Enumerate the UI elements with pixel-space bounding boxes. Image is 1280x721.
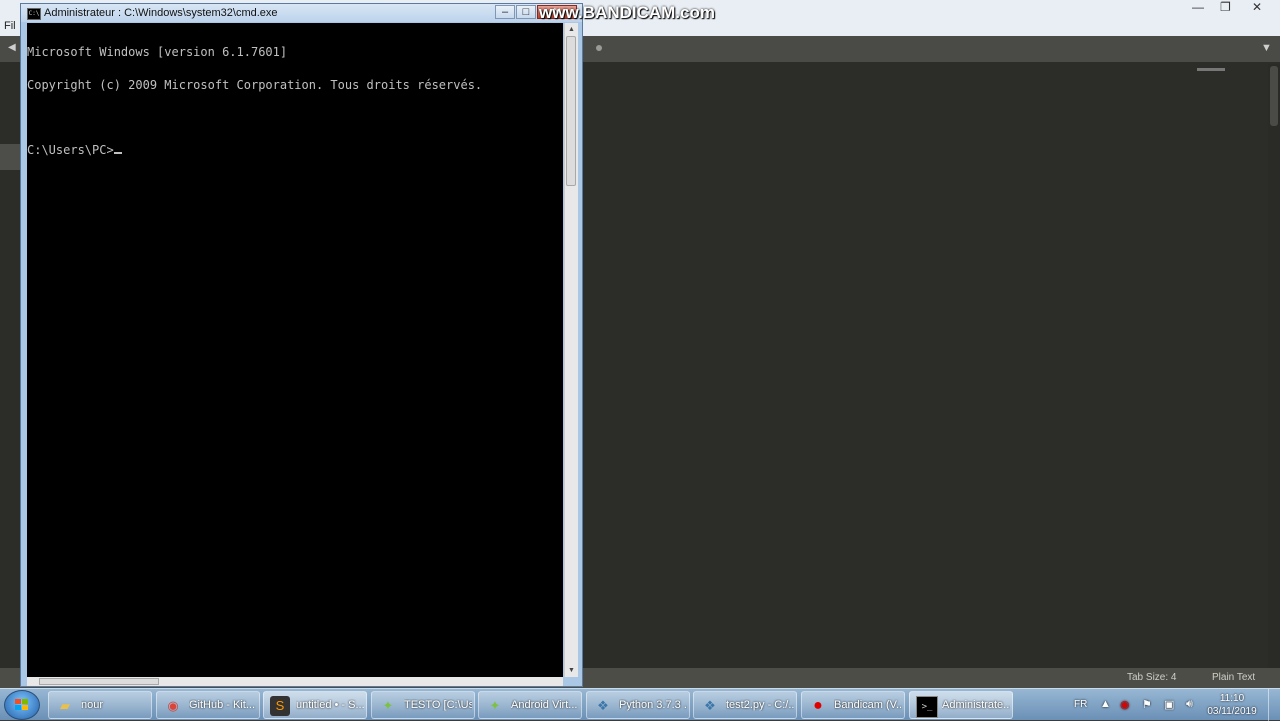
taskbar-item-android-studio[interactable]: ✦ TESTO [C:\Us...	[371, 691, 475, 719]
scroll-up-icon[interactable]: ▲	[565, 23, 578, 36]
taskbar-item-label: Administrate...	[942, 699, 1010, 711]
cmd-horizontal-scroll-thumb[interactable]	[39, 678, 159, 685]
taskbar-item-label: test2.py - C:/...	[726, 699, 794, 711]
taskbar-item-label: Python 3.7.3 ...	[619, 699, 687, 711]
tab-modified-dot-icon[interactable]	[596, 45, 602, 51]
volume-icon[interactable]: 🔊︎	[1186, 698, 1193, 711]
cmd-minimize-button[interactable]: –	[495, 5, 515, 19]
editor-minimap[interactable]	[1197, 68, 1225, 71]
cmd-console[interactable]: Microsoft Windows [version 6.1.7601] Cop…	[27, 23, 563, 679]
sidebar-selection	[0, 144, 22, 170]
editor-scrollbar[interactable]	[1268, 64, 1280, 668]
network-icon[interactable]: ▣	[1164, 698, 1174, 711]
taskbar-item-label: Android Virt...	[511, 699, 578, 711]
text-cursor	[113, 152, 122, 154]
console-line: Microsoft Windows [version 6.1.7601]	[27, 45, 288, 59]
clock-time: 11:10	[1219, 693, 1245, 704]
windows-logo-icon	[15, 699, 29, 711]
clock-date: 03/11/2019	[1207, 706, 1257, 717]
taskbar-item-bandicam[interactable]: ● Bandicam (V...	[801, 691, 905, 719]
show-hidden-icons-icon[interactable]: ▲	[1100, 698, 1111, 710]
sublime-text-icon: S	[270, 696, 290, 716]
cmd-window: C:\ Administrateur : C:\Windows\system32…	[20, 3, 583, 687]
taskbar-item-sublime[interactable]: S untitled • - S...	[263, 691, 367, 719]
taskbar: ▰ nour ◉ GitHub - Kit... S untitled • - …	[0, 688, 1280, 721]
taskbar-item-label: Bandicam (V...	[834, 699, 902, 711]
status-tab-size[interactable]: Tab Size: 4	[1127, 672, 1176, 683]
show-desktop-button[interactable]	[1268, 689, 1280, 721]
taskbar-item-android-virtual-device[interactable]: ✦ Android Virt...	[478, 691, 582, 719]
taskbar-item-chrome[interactable]: ◉ GitHub - Kit...	[156, 691, 260, 719]
cmd-vertical-scrollbar[interactable]: ▲ ▼	[564, 23, 578, 677]
action-center-flag-icon[interactable]: ⚑	[1142, 698, 1152, 711]
console-prompt: C:\Users\PC>	[27, 143, 114, 157]
cmd-app-icon[interactable]: C:\	[27, 8, 41, 20]
cmd-horizontal-scrollbar[interactable]	[27, 677, 563, 686]
editor-scrollbar-thumb[interactable]	[1270, 66, 1278, 126]
folder-icon: ▰	[60, 698, 70, 713]
cmd-vertical-scroll-thumb[interactable]	[566, 36, 576, 186]
status-syntax[interactable]: Plain Text	[1212, 672, 1255, 683]
chrome-icon: ◉	[167, 698, 179, 713]
taskbar-item-label: GitHub - Kit...	[189, 699, 256, 711]
bandicam-tray-icon[interactable]: ◉	[1120, 698, 1130, 711]
scroll-down-icon[interactable]: ▼	[565, 664, 578, 677]
taskbar-item-label: TESTO [C:\Us...	[404, 699, 472, 711]
minimize-icon[interactable]: —	[1192, 0, 1204, 16]
language-indicator[interactable]: FR	[1074, 699, 1087, 710]
maximize-icon[interactable]: ❐	[1220, 0, 1231, 16]
taskbar-item-label: untitled • - S...	[296, 699, 364, 711]
tab-list-dropdown-icon[interactable]: ▼	[1261, 42, 1272, 54]
cmd-icon: >_	[916, 696, 938, 718]
console-line: Copyright (c) 2009 Microsoft Corporation…	[27, 78, 483, 92]
taskbar-item-cmd[interactable]: >_ Administrate...	[909, 691, 1013, 719]
bandicam-watermark: www.BANDICAM.com	[539, 3, 715, 22]
start-button[interactable]	[4, 690, 40, 720]
tab-scroll-left-icon[interactable]: ◀	[8, 42, 16, 53]
cmd-titlebar[interactable]: C:\ Administrateur : C:\Windows\system32…	[21, 4, 582, 22]
menu-file[interactable]: Fil	[4, 20, 16, 32]
python-file-icon: ❖	[704, 698, 716, 713]
record-icon: ●	[813, 697, 823, 714]
taskbar-item-python[interactable]: ❖ Python 3.7.3 ...	[586, 691, 690, 719]
taskbar-clock[interactable]: 11:10 03/11/2019	[1200, 692, 1264, 718]
taskbar-item-explorer[interactable]: ▰ nour	[48, 691, 152, 719]
taskbar-item-python-file[interactable]: ❖ test2.py - C:/...	[693, 691, 797, 719]
android-studio-icon: ✦	[489, 698, 501, 713]
taskbar-item-label: nour	[81, 699, 104, 711]
console-prompt-line: C:\Users\PC>	[27, 143, 563, 157]
close-icon[interactable]: ✕	[1252, 0, 1262, 16]
cmd-title: Administrateur : C:\Windows\system32\cmd…	[44, 7, 278, 19]
android-studio-icon: ✦	[382, 698, 394, 713]
cmd-maximize-button[interactable]: □	[516, 5, 536, 19]
python-icon: ❖	[597, 698, 609, 713]
